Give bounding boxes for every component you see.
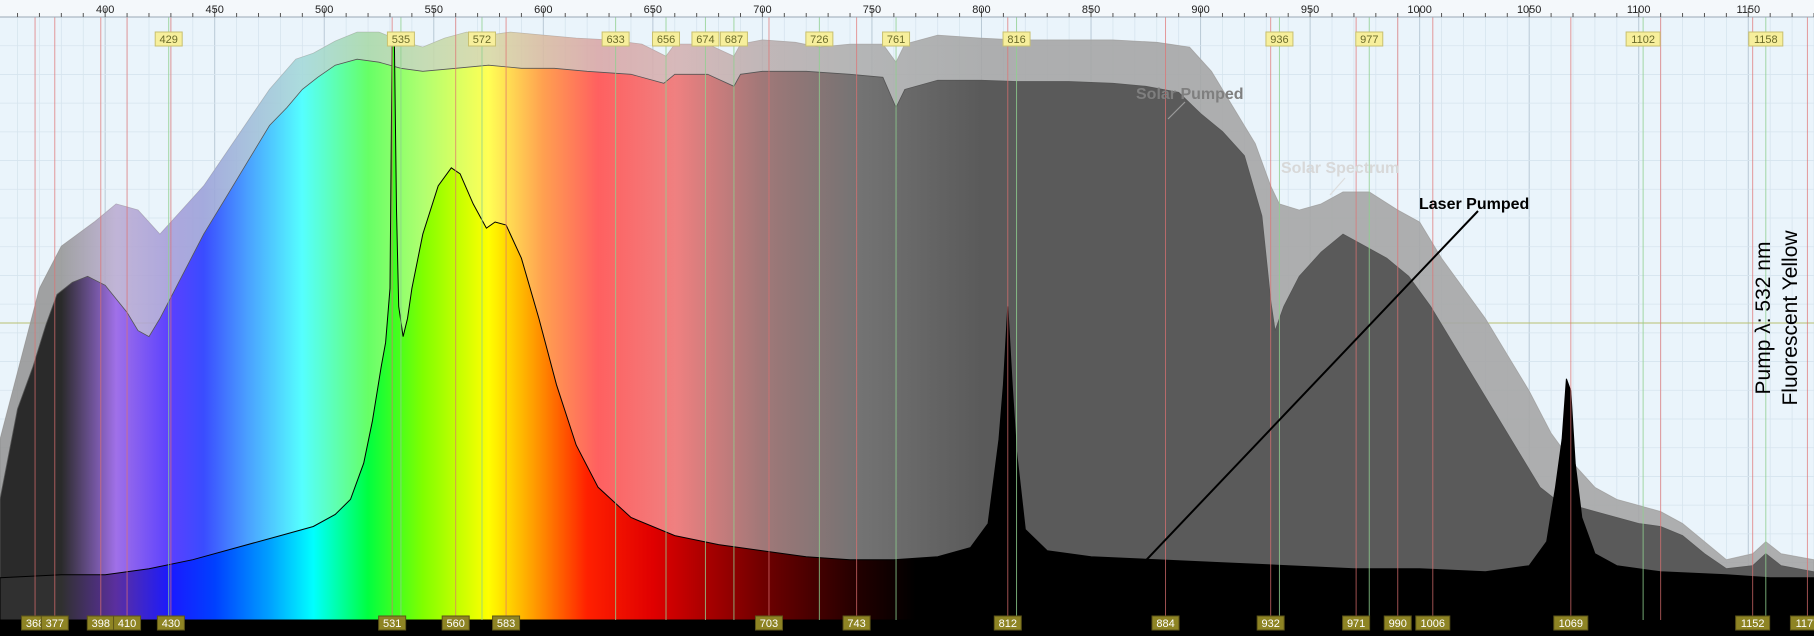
top-peak-label-text: 726 xyxy=(810,34,828,46)
bottom-peak-label: 1006 xyxy=(1415,615,1451,631)
top-peak-label-text: 687 xyxy=(725,34,743,46)
top-axis-tick-label: 450 xyxy=(206,4,224,16)
bottom-peak-label-text: 1006 xyxy=(1421,618,1445,630)
bottom-peak-label: 1152 xyxy=(1735,615,1771,631)
pump-wavelength-text: Pump λ: 532 nm xyxy=(1752,242,1775,395)
top-axis-tick-label: 1150 xyxy=(1736,4,1760,16)
top-peak-label-text: 429 xyxy=(160,34,178,46)
bottom-peak-label-text: 703 xyxy=(760,618,778,630)
top-peak-label: 633 xyxy=(601,31,630,47)
bottom-peak-label: 743 xyxy=(842,615,871,631)
top-axis-tick-label: 950 xyxy=(1301,4,1319,16)
spectrum-chart: 400 450 500 550 600 650 700 750 800 850 900 950 1000… xyxy=(0,0,1814,636)
top-peak-label: 535 xyxy=(386,31,415,47)
top-peak-label: 726 xyxy=(805,31,834,47)
top-peak-label: 1102 xyxy=(1625,31,1661,47)
bottom-peak-label: 560 xyxy=(441,615,470,631)
bottom-peak-label: 990 xyxy=(1383,615,1412,631)
top-peak-label: 674 xyxy=(691,31,720,47)
top-axis-tick-label: 500 xyxy=(315,4,333,16)
bottom-peak-label-text: 560 xyxy=(447,618,465,630)
top-peak-label-text: 1102 xyxy=(1631,34,1655,46)
bottom-peak-label: 583 xyxy=(492,615,521,631)
top-peak-label-text: 936 xyxy=(1270,34,1288,46)
top-peak-label: 572 xyxy=(467,31,496,47)
top-axis-tick-label: 400 xyxy=(96,4,114,16)
top-peak-label-text: 572 xyxy=(473,34,491,46)
top-peak-label-text: 977 xyxy=(1360,34,1378,46)
top-peak-label-text: 633 xyxy=(606,34,624,46)
top-axis-tick-label: 1100 xyxy=(1627,4,1651,16)
top-axis-band xyxy=(0,0,1814,17)
pump-color-text: Fluorescent Yellow xyxy=(1779,230,1802,406)
top-peak-label-text: 761 xyxy=(887,34,905,46)
bottom-peak-label-text: 1069 xyxy=(1559,618,1583,630)
top-peak-label: 761 xyxy=(882,31,911,47)
bottom-peak-label-text: 398 xyxy=(92,618,110,630)
top-axis-tick-label: 900 xyxy=(1191,4,1209,16)
bottom-peak-label: 703 xyxy=(754,615,783,631)
top-peak-label: 656 xyxy=(652,31,681,47)
top-axis-tick-label: 850 xyxy=(1082,4,1100,16)
top-axis-tick-label: 1050 xyxy=(1517,4,1541,16)
top-peak-label: 977 xyxy=(1355,31,1384,47)
solar-pumped-label: Solar Pumped xyxy=(1136,86,1244,103)
bottom-peak-label: 971 xyxy=(1342,615,1371,631)
top-peak-label-text: 674 xyxy=(696,34,714,46)
top-axis-tick-label: 600 xyxy=(534,4,552,16)
top-peak-label-text: 816 xyxy=(1007,34,1025,46)
top-peak-label-text: 535 xyxy=(392,34,410,46)
bottom-peak-label: 398 xyxy=(86,615,115,631)
bottom-peak-label: 1177 xyxy=(1789,615,1814,631)
bottom-peak-label: 531 xyxy=(378,615,407,631)
laser-pumped-label: Laser Pumped xyxy=(1419,196,1529,213)
bottom-peak-label-text: 430 xyxy=(162,618,180,630)
top-axis-tick-label: 550 xyxy=(425,4,443,16)
top-peak-label-text: 656 xyxy=(657,34,675,46)
top-axis-tick-label: 700 xyxy=(753,4,771,16)
bottom-peak-label-text: 531 xyxy=(383,618,401,630)
bottom-peak-label-text: 410 xyxy=(118,618,136,630)
bottom-peak-label-text: 812 xyxy=(999,618,1017,630)
bottom-peak-label-text: 1152 xyxy=(1741,618,1765,630)
bottom-peak-label: 410 xyxy=(113,615,142,631)
top-peak-label: 816 xyxy=(1002,31,1031,47)
solar-spectrum-label: Solar Spectrum xyxy=(1281,160,1399,177)
top-axis-tick-label: 800 xyxy=(972,4,990,16)
bottom-peak-label-text: 377 xyxy=(46,618,64,630)
bottom-peak-label: 932 xyxy=(1256,615,1285,631)
bottom-peak-label-text: 932 xyxy=(1261,618,1279,630)
bottom-peak-label-text: 990 xyxy=(1389,618,1407,630)
bottom-peak-label-text: 1177 xyxy=(1796,618,1814,630)
bottom-peak-label: 377 xyxy=(40,615,69,631)
top-peak-label-text: 1158 xyxy=(1754,34,1778,46)
bottom-peak-label: 1069 xyxy=(1553,615,1589,631)
top-axis-tick-label: 750 xyxy=(863,4,881,16)
bottom-peak-label-text: 743 xyxy=(847,618,865,630)
baseline-band xyxy=(0,620,1814,636)
bottom-peak-label-text: 583 xyxy=(497,618,515,630)
bottom-peak-label-text: 971 xyxy=(1347,618,1365,630)
bottom-peak-label: 430 xyxy=(156,615,185,631)
top-axis-tick-label: 1000 xyxy=(1407,4,1431,16)
top-peak-label: 687 xyxy=(719,31,748,47)
top-axis-tick-label: 650 xyxy=(644,4,662,16)
top-peak-label: 1158 xyxy=(1748,31,1784,47)
bottom-peak-label: 812 xyxy=(993,615,1022,631)
bottom-peak-label-text: 884 xyxy=(1156,618,1174,630)
top-axis: 400 450 500 550 600 650 700 750 800 850 900 950 1000… xyxy=(0,0,1814,18)
top-peak-label: 936 xyxy=(1265,31,1294,47)
bottom-peak-label: 884 xyxy=(1151,615,1180,631)
top-peak-label: 429 xyxy=(154,31,183,47)
